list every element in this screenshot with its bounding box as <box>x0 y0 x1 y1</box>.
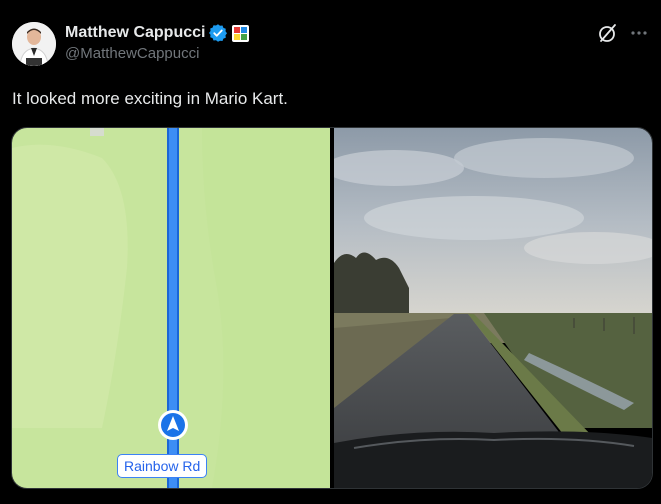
verified-badge-icon <box>208 23 228 43</box>
map-screenshot[interactable]: Rainbow Rd <box>12 128 330 488</box>
road-photo[interactable] <box>334 128 652 488</box>
more-icon[interactable] <box>628 22 650 44</box>
avatar-image <box>12 22 56 66</box>
affiliate-badge-icon[interactable] <box>232 24 250 42</box>
tweet-media[interactable]: Rainbow Rd <box>11 127 653 489</box>
author-display-name[interactable]: Matthew Cappucci <box>65 24 205 42</box>
tweet-text: It looked more exciting in Mario Kart. <box>12 89 288 108</box>
map-road-label: Rainbow Rd <box>117 454 208 478</box>
tweet: Matthew Cappucci @MatthewCappucci It loo… <box>0 0 661 504</box>
map-illustration <box>12 128 330 488</box>
road-photo-illustration <box>334 128 652 488</box>
avatar[interactable] <box>12 22 56 66</box>
grok-icon[interactable] <box>596 22 618 44</box>
author-name-row[interactable]: Matthew Cappucci <box>65 22 250 44</box>
author-handle[interactable]: @MatthewCappucci <box>65 45 199 62</box>
